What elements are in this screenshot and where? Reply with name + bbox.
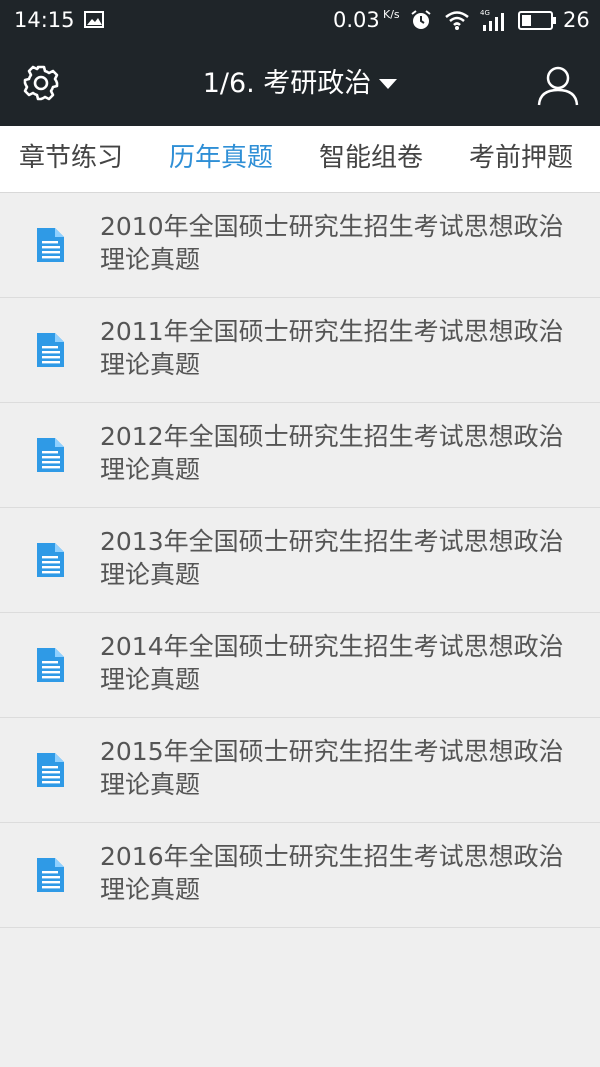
status-time: 14:15: [14, 8, 75, 32]
exam-title: 2014年全国硕士研究生招生考试思想政治理论真题: [100, 632, 564, 694]
document-icon: [37, 438, 64, 472]
exam-title: 2015年全国硕士研究生招生考试思想政治理论真题: [100, 737, 564, 799]
tab-smart-paper[interactable]: 智能组卷: [319, 141, 423, 175]
document-icon: [37, 858, 64, 892]
document-icon: [37, 648, 64, 682]
settings-button[interactable]: [18, 60, 64, 106]
exam-title: 2012年全国硕士研究生招生考试思想政治理论真题: [100, 422, 564, 484]
tab-past-exams[interactable]: 历年真题: [169, 141, 273, 175]
list-item[interactable]: 2016年全国硕士研究生招生考试思想政治理论真题: [0, 823, 600, 928]
list-item[interactable]: 2015年全国硕士研究生招生考试思想政治理论真题: [0, 718, 600, 823]
gear-icon: [23, 65, 59, 101]
exam-title: 2013年全国硕士研究生招生考试思想政治理论真题: [100, 527, 564, 589]
exam-title: 2010年全国硕士研究生招生考试思想政治理论真题: [100, 212, 564, 274]
document-icon: [37, 228, 64, 262]
tab-final-predictions[interactable]: 考前押题: [469, 141, 573, 175]
status-bar: 14:15 0.03 K/s 4G 26: [0, 0, 600, 42]
document-icon: [37, 753, 64, 787]
page-title: 1/6. 考研政治: [202, 68, 372, 99]
exam-title: 2011年全国硕士研究生招生考试思想政治理论真题: [100, 317, 564, 379]
app-screen: 14:15 0.03 K/s 4G 26 1/6. 考研政治 章节练习 历年真题…: [0, 0, 600, 1067]
caret-down-icon: [379, 79, 398, 89]
battery-level: 26: [563, 8, 590, 32]
network-speed: 0.03: [333, 8, 380, 32]
course-selector[interactable]: 1/6. 考研政治: [170, 62, 430, 106]
alarm-icon: [411, 10, 431, 29]
exam-title: 2016年全国硕士研究生招生考试思想政治理论真题: [100, 842, 564, 904]
tab-chapter-practice[interactable]: 章节练习: [19, 141, 123, 175]
app-header: 1/6. 考研政治: [0, 42, 600, 126]
list-item[interactable]: 2011年全国硕士研究生招生考试思想政治理论真题: [0, 298, 600, 403]
list-item[interactable]: 2012年全国硕士研究生招生考试思想政治理论真题: [0, 403, 600, 508]
list-item[interactable]: 2013年全国硕士研究生招生考试思想政治理论真题: [0, 508, 600, 613]
svg-text:4G: 4G: [480, 9, 490, 17]
user-profile-button[interactable]: [531, 58, 585, 112]
exam-list: 2010年全国硕士研究生招生考试思想政治理论真题 2011年全国硕士研究生招生考…: [0, 193, 600, 928]
list-item[interactable]: 2010年全国硕士研究生招生考试思想政治理论真题: [0, 193, 600, 298]
wifi-icon: [445, 11, 469, 30]
document-icon: [37, 333, 64, 367]
signal-icon: 4G: [480, 9, 504, 31]
tab-bar: 章节练习 历年真题 智能组卷 考前押题: [0, 126, 600, 193]
document-icon: [37, 543, 64, 577]
network-speed-unit: K/s: [383, 8, 400, 21]
image-icon: [84, 11, 104, 28]
battery-icon: [518, 11, 556, 30]
user-icon: [537, 66, 579, 106]
list-item[interactable]: 2014年全国硕士研究生招生考试思想政治理论真题: [0, 613, 600, 718]
